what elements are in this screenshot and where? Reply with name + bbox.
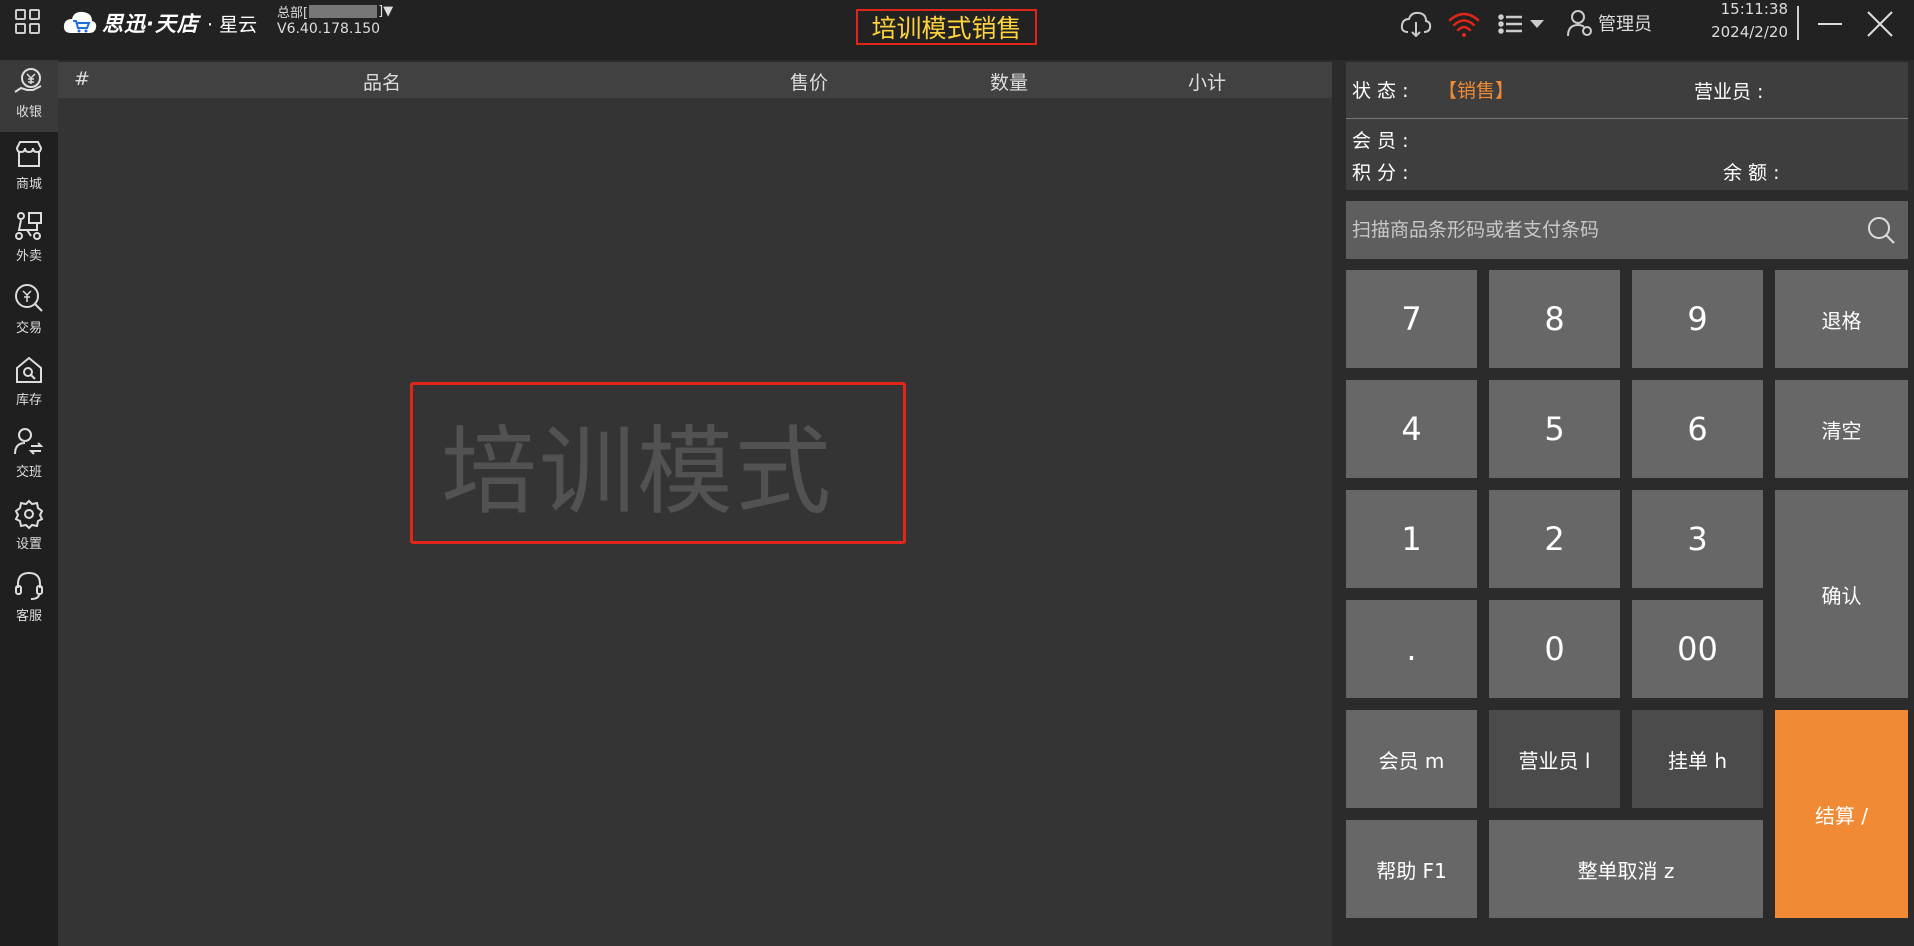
column-header-index: # — [74, 68, 90, 90]
key-00[interactable]: 00 — [1632, 600, 1763, 698]
help-button[interactable]: 帮助 F1 — [1346, 820, 1477, 918]
sidebar-item-label: 交易 — [15, 321, 42, 336]
key-9[interactable]: 9 — [1632, 270, 1763, 368]
column-header-name: 品名 — [363, 72, 402, 94]
sidebar-item-transaction[interactable]: 交易 — [0, 276, 58, 348]
clear-button[interactable]: 清空 — [1775, 380, 1908, 478]
menu-list-icon[interactable] — [1496, 6, 1548, 42]
store-icon — [15, 141, 43, 167]
shift-icon — [14, 428, 44, 455]
support-icon — [15, 571, 43, 600]
cloud-sync-icon[interactable] — [1398, 6, 1434, 42]
status-label: 状 态 : — [1352, 80, 1409, 102]
app-logo: 思迅·天店 · 星云 — [62, 8, 257, 38]
key-4[interactable]: 4 — [1346, 380, 1477, 478]
sidebar-item-settings[interactable]: 设置 — [0, 492, 58, 564]
minimize-icon[interactable] — [1812, 6, 1848, 42]
logo-text: 思迅·天店 — [102, 12, 199, 36]
backspace-button[interactable]: 退格 — [1775, 270, 1908, 368]
clock-time: 15:11:38 — [1720, 0, 1788, 18]
key-1[interactable]: 1 — [1346, 490, 1477, 588]
search-icon[interactable] — [1866, 215, 1896, 245]
sidebar-item-shift[interactable]: 交班 — [0, 420, 58, 492]
sidebar-item-label: 外卖 — [15, 249, 42, 264]
wifi-icon — [1448, 12, 1480, 37]
user-icon — [1567, 10, 1592, 37]
logo-subtitle: · 星云 — [206, 13, 258, 36]
titlebar-divider — [1797, 6, 1799, 40]
column-header-subtotal: 小计 — [1188, 72, 1227, 94]
salesperson-button[interactable]: 营业员 l — [1489, 710, 1620, 808]
member-button[interactable]: 会员 m — [1346, 710, 1477, 808]
sidebar-item-label: 交班 — [15, 465, 42, 480]
title-bar: 思迅·天店 · 星云 总部[ ]▼ V6.40.178.150 培训模式销售 管… — [0, 0, 1914, 60]
table-header: # 品名 售价 数量 小计 — [58, 62, 1332, 98]
apps-grid-icon[interactable] — [14, 8, 42, 36]
sidebar-item-label: 收银 — [15, 105, 42, 120]
version-label: V6.40.178.150 — [277, 21, 381, 37]
cancel-order-button[interactable]: 整单取消 z — [1489, 820, 1763, 918]
key-dot[interactable]: . — [1346, 600, 1477, 698]
scan-bar — [1346, 201, 1908, 259]
sidebar-item-label: 商城 — [15, 177, 42, 192]
sidebar-item-cashier[interactable]: 收银 — [0, 60, 58, 132]
clock-date: 2024/2/20 — [1711, 23, 1788, 41]
branch-name-redacted — [309, 5, 378, 18]
transaction-icon — [15, 284, 43, 312]
sidebar-item-inventory[interactable]: 库存 — [0, 348, 58, 420]
user-name: 管理员 — [1598, 14, 1652, 35]
info-divider — [1346, 118, 1908, 119]
scan-barcode-input[interactable] — [1346, 201, 1846, 259]
cashier-icon — [14, 68, 42, 93]
user-menu[interactable]: 管理员 — [1566, 6, 1652, 40]
key-3[interactable]: 3 — [1632, 490, 1763, 588]
key-0[interactable]: 0 — [1489, 600, 1620, 698]
sidebar-item-support[interactable]: 客服 — [0, 564, 58, 636]
points-label: 积 分 : — [1352, 162, 1409, 184]
checkout-button[interactable]: 结算 / — [1775, 710, 1908, 918]
close-icon[interactable] — [1862, 6, 1898, 42]
training-mode-title: 培训模式销售 — [856, 9, 1037, 45]
key-8[interactable]: 8 — [1489, 270, 1620, 368]
sidebar-item-label: 库存 — [15, 393, 42, 408]
branch-suffix: ]▼ — [378, 4, 394, 19]
column-header-quantity: 数量 — [990, 72, 1029, 94]
key-6[interactable]: 6 — [1632, 380, 1763, 478]
balance-label: 余 额 : — [1723, 162, 1780, 184]
key-5[interactable]: 5 — [1489, 380, 1620, 478]
member-label: 会 员 : — [1352, 130, 1409, 152]
checkout-panel: 状 态 : 【销售】 营业员 : 会 员 : 积 分 : 余 额 : 7 8 9… — [1332, 60, 1914, 946]
status-value: 【销售】 — [1438, 80, 1515, 102]
sidebar-item-label: 设置 — [15, 537, 42, 552]
confirm-button[interactable]: 确认 — [1775, 490, 1908, 698]
sidebar-item-store[interactable]: 商城 — [0, 132, 58, 204]
sidebar: 收银 商城 外卖 交易 库存 交班 设置 客服 — [0, 60, 58, 946]
pos-app-window: 思迅·天店 · 星云 总部[ ]▼ V6.40.178.150 培训模式销售 管… — [0, 0, 1914, 946]
key-2[interactable]: 2 — [1489, 490, 1620, 588]
sidebar-item-delivery[interactable]: 外卖 — [0, 204, 58, 276]
salesperson-label: 营业员 : — [1694, 81, 1764, 103]
settings-icon — [14, 499, 44, 530]
inventory-icon — [16, 356, 42, 383]
branch-selector[interactable]: 总部[ ]▼ — [277, 2, 393, 21]
training-mode-watermark: 培训模式 — [410, 382, 906, 544]
key-7[interactable]: 7 — [1346, 270, 1477, 368]
sidebar-item-label: 客服 — [15, 609, 42, 624]
branch-prefix: 总部[ — [277, 6, 309, 21]
cloud-cart-icon — [63, 11, 97, 33]
column-header-price: 售价 — [790, 72, 829, 94]
hold-order-button[interactable]: 挂单 h — [1632, 710, 1763, 808]
delivery-icon — [15, 212, 42, 240]
order-info-box: 状 态 : 【销售】 营业员 : 会 员 : 积 分 : 余 额 : — [1346, 62, 1908, 190]
